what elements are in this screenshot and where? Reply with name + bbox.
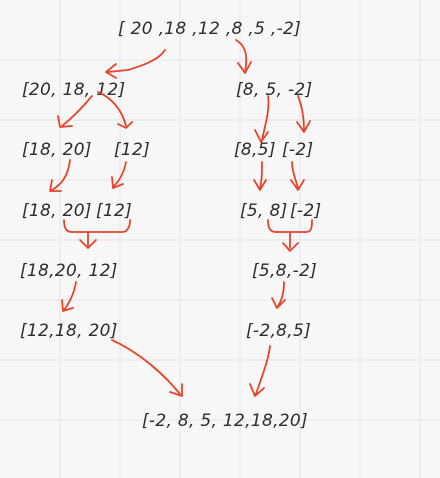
- right-half-array: [8, 5, -2]: [236, 80, 312, 100]
- split-arrow-right-8-5: [254, 95, 270, 143]
- split-arrow-left-18-20: [57, 95, 93, 128]
- sort-arrow-right-8-5: [253, 161, 267, 191]
- left-pair-12: [12]: [96, 201, 132, 221]
- arrow-right-to-final: [249, 345, 271, 397]
- root-array: [ 20 ,18 ,12 ,8 ,5 ,-2]: [118, 19, 301, 39]
- split-arrow-root-left: [105, 49, 166, 79]
- sort-arrow-right-minus2: [290, 161, 305, 191]
- arrow-right-merged-to-sorted: [271, 281, 286, 309]
- right-merged-array: [5,8,-2]: [252, 261, 317, 281]
- arrow-left-to-final: [111, 339, 183, 397]
- left-sorted-array: [12,18, 20]: [20, 321, 118, 341]
- sort-arrow-left-12: [111, 161, 127, 189]
- merge-sort-diagram: [ 20 ,18 ,12 ,8 ,5 ,-2] [20, 18, 12] [8,…: [0, 0, 440, 478]
- left-pair-18-20: [18, 20]: [22, 201, 92, 221]
- right-sub-minus2: [-2]: [282, 140, 313, 160]
- left-merged-array: [18,20, 12]: [20, 261, 118, 281]
- background-grid: [0, 0, 440, 478]
- right-pair-minus2: [-2]: [290, 201, 321, 221]
- arrow-left-merged-to-sorted: [61, 281, 77, 312]
- left-sub-18-20: [18, 20]: [22, 140, 92, 160]
- split-arrow-right-minus2: [296, 95, 311, 133]
- merge-bracket-right: [267, 219, 313, 252]
- right-sorted-array: [-2,8,5]: [246, 321, 311, 341]
- left-sub-12: [12]: [114, 140, 150, 160]
- right-sub-8-5: [8,5]: [234, 140, 276, 160]
- right-pair-5-8: [5, 8]: [240, 201, 288, 221]
- left-half-array: [20, 18, 12]: [22, 80, 125, 100]
- split-arrow-root-right: [235, 39, 252, 74]
- final-sorted-array: [-2, 8, 5, 12,18,20]: [142, 411, 308, 431]
